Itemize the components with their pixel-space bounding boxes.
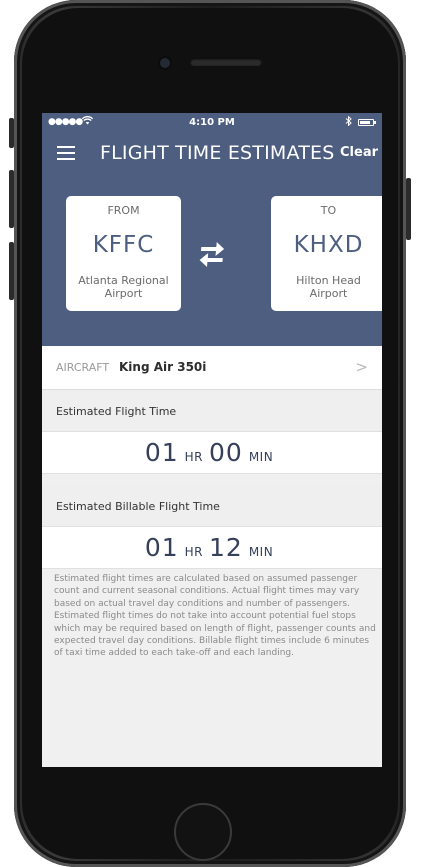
estimated-flight-time-label: Estimated Flight Time bbox=[56, 405, 177, 418]
chevron-right-icon: > bbox=[355, 358, 368, 376]
hamburger-menu-icon[interactable] bbox=[57, 146, 75, 160]
battery-icon bbox=[358, 119, 376, 126]
estimated-min-unit: MIN bbox=[248, 450, 274, 464]
front-camera bbox=[160, 58, 170, 68]
volume-up-button bbox=[9, 170, 14, 228]
billable-flight-time-header: Estimated Billable Flight Time bbox=[42, 485, 382, 527]
to-airport-card[interactable]: TO KHXD Hilton Head Airport bbox=[271, 196, 382, 311]
billable-minutes: 12 bbox=[209, 533, 243, 562]
to-airport-name-line2: Airport bbox=[309, 287, 348, 300]
power-button bbox=[406, 178, 411, 240]
from-airport-code: KFFC bbox=[92, 232, 155, 258]
swap-arrows-icon[interactable] bbox=[198, 241, 228, 267]
to-airport-name-line1: Hilton Head bbox=[296, 274, 361, 287]
disclaimer-text: Estimated flight times are calculated ba… bbox=[54, 574, 376, 659]
clear-button[interactable]: Clear bbox=[340, 145, 378, 160]
status-time: 4:10 PM bbox=[189, 117, 235, 128]
estimated-hr-unit: HR bbox=[184, 450, 203, 464]
page-title: FLIGHT TIME ESTIMATES bbox=[100, 142, 335, 164]
from-airport-name-line1: Atlanta Regional bbox=[78, 274, 169, 287]
status-bar: ●●●●● 4:10 PM bbox=[42, 113, 382, 133]
billable-hr-unit: HR bbox=[184, 545, 203, 559]
home-button[interactable] bbox=[174, 803, 232, 861]
estimated-minutes: 00 bbox=[209, 438, 243, 467]
from-airport-name-line2: Airport bbox=[104, 287, 143, 300]
bluetooth-icon bbox=[345, 115, 352, 129]
billable-min-unit: MIN bbox=[248, 545, 274, 559]
volume-down-button bbox=[9, 242, 14, 300]
header-panel: ●●●●● 4:10 PM FLIGHT TIME ESTIMATES Clea… bbox=[42, 113, 382, 346]
to-label: TO bbox=[320, 204, 337, 217]
to-airport-name: Hilton Head Airport bbox=[277, 274, 380, 300]
earpiece-speaker bbox=[190, 58, 262, 66]
billable-hours: 01 bbox=[144, 533, 179, 562]
from-airport-name: Atlanta Regional Airport bbox=[72, 274, 175, 300]
aircraft-value: King Air 350i bbox=[119, 360, 207, 374]
estimated-hours: 01 bbox=[144, 438, 179, 467]
billable-flight-time-value: 01 HR 12 MIN bbox=[42, 527, 382, 569]
billable-flight-time-label: Estimated Billable Flight Time bbox=[56, 500, 220, 513]
to-airport-code: KHXD bbox=[293, 232, 364, 258]
aircraft-selector-row[interactable]: AIRCRAFT King Air 350i > bbox=[42, 346, 382, 390]
estimated-flight-time-header: Estimated Flight Time bbox=[42, 390, 382, 432]
from-airport-card[interactable]: FROM KFFC Atlanta Regional Airport bbox=[66, 196, 181, 311]
aircraft-key-label: AIRCRAFT bbox=[56, 361, 110, 374]
app-screen: ●●●●● 4:10 PM FLIGHT TIME ESTIMATES Clea… bbox=[42, 113, 382, 767]
mute-switch bbox=[9, 118, 14, 148]
from-label: FROM bbox=[107, 204, 140, 217]
estimated-flight-time-value: 01 HR 00 MIN bbox=[42, 432, 382, 474]
